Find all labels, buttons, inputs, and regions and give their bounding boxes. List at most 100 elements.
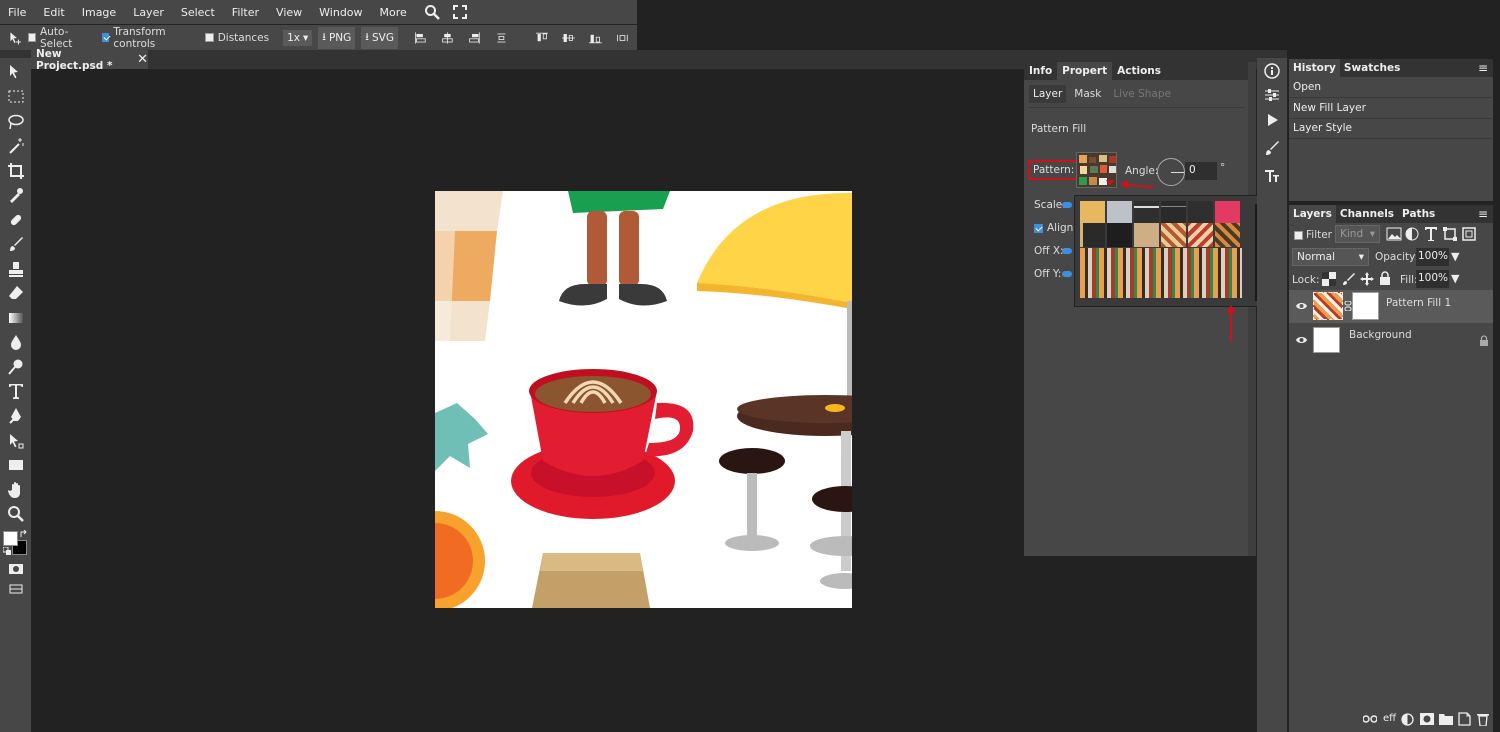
- document-canvas[interactable]: [435, 191, 852, 608]
- history-item[interactable]: Layer Style: [1289, 119, 1493, 139]
- filter-smart-object-icon[interactable]: [1462, 227, 1476, 241]
- tab-info[interactable]: Info: [1024, 62, 1057, 80]
- close-icon[interactable]: ✕: [137, 52, 148, 67]
- magic-wand-icon[interactable]: [7, 137, 25, 155]
- pattern-swatch[interactable]: [1188, 223, 1213, 247]
- eraser-tool-icon[interactable]: [7, 284, 25, 302]
- pen-tool-icon[interactable]: [7, 407, 25, 425]
- lasso-tool-icon[interactable]: [7, 113, 25, 131]
- fullscreen-icon[interactable]: [452, 4, 468, 20]
- menu-file[interactable]: File: [8, 6, 26, 19]
- subtab-mask[interactable]: Mask: [1070, 85, 1105, 103]
- menu-edit[interactable]: Edit: [43, 6, 64, 19]
- filter-shape-icon[interactable]: [1443, 227, 1457, 241]
- zoom-dropdown[interactable]: 1x ▾: [283, 29, 313, 46]
- export-svg-button[interactable]: ⭳ SVG: [361, 26, 398, 49]
- pattern-swatch[interactable]: [1215, 201, 1240, 225]
- distribute-v-icon[interactable]: [616, 31, 629, 45]
- lock-transparency-icon[interactable]: [1322, 272, 1336, 286]
- pattern-swatch[interactable]: [1080, 201, 1105, 225]
- document-tab[interactable]: New Project.psd * ✕: [31, 48, 148, 72]
- kind-dropdown[interactable]: Kind ▾: [1335, 225, 1380, 243]
- tab-swatches[interactable]: Swatches: [1340, 59, 1404, 77]
- foreground-color-swatch[interactable]: [3, 531, 18, 546]
- eye-icon[interactable]: [1295, 335, 1308, 345]
- crop-tool-icon[interactable]: [7, 162, 25, 180]
- search-icon[interactable]: [424, 4, 440, 20]
- blur-tool-icon[interactable]: [7, 333, 25, 351]
- eye-icon[interactable]: [1295, 301, 1308, 311]
- auto-select-checkbox[interactable]: [28, 33, 36, 42]
- angle-dial[interactable]: [1157, 158, 1185, 186]
- menu-filter[interactable]: Filter: [232, 6, 259, 19]
- pattern-swatch[interactable]: [1080, 223, 1105, 247]
- fill-dropdown-icon[interactable]: ▼: [1451, 272, 1459, 285]
- history-item[interactable]: New Fill Layer: [1289, 99, 1493, 119]
- transform-controls-checkbox[interactable]: [101, 33, 110, 42]
- layer-row[interactable]: Pattern Fill 1: [1289, 290, 1493, 323]
- history-item[interactable]: Open: [1289, 78, 1493, 98]
- toolbar-grip[interactable]: [0, 50, 31, 58]
- brush-settings-icon[interactable]: [1264, 140, 1280, 156]
- pattern-swatch[interactable]: [1215, 223, 1240, 247]
- healing-brush-icon[interactable]: [7, 211, 25, 229]
- zoom-tool-icon[interactable]: [7, 505, 25, 523]
- distances-checkbox[interactable]: [204, 33, 214, 42]
- new-layer-icon[interactable]: [1458, 712, 1471, 726]
- subtab-live-shape[interactable]: Live Shape: [1109, 85, 1175, 103]
- move-tool-icon[interactable]: [8, 29, 22, 47]
- lock-position-icon[interactable]: [1360, 272, 1374, 286]
- angle-input[interactable]: 0: [1185, 162, 1217, 180]
- tab-paths[interactable]: Paths: [1398, 205, 1439, 223]
- adjustment-layer-icon[interactable]: [1401, 713, 1414, 726]
- lock-all-icon[interactable]: [1379, 271, 1391, 286]
- offset-x-slider[interactable]: [1062, 248, 1072, 254]
- filter-image-icon[interactable]: [1386, 227, 1402, 241]
- pattern-swatch[interactable]: [1107, 223, 1132, 247]
- filter-adjustment-icon[interactable]: [1405, 227, 1419, 241]
- pattern-swatch[interactable]: [1107, 201, 1132, 225]
- pattern-swatch[interactable]: [1134, 201, 1159, 225]
- swap-colors-icon[interactable]: [20, 530, 28, 538]
- pattern-swatch[interactable]: [1161, 201, 1186, 225]
- align-middle-icon[interactable]: [562, 31, 576, 45]
- properties-scrollbar[interactable]: [1248, 62, 1256, 556]
- brush-tool-icon[interactable]: [7, 235, 25, 253]
- auto-select-option[interactable]: Auto-Select: [28, 26, 87, 50]
- menu-more[interactable]: More: [380, 6, 407, 19]
- lock-pixels-icon[interactable]: [1341, 272, 1355, 286]
- info-icon[interactable]: [1264, 63, 1280, 79]
- filter-checkbox[interactable]: [1294, 231, 1303, 240]
- menu-window[interactable]: Window: [319, 6, 362, 19]
- offset-y-slider[interactable]: [1062, 271, 1072, 277]
- export-png-button[interactable]: ⭳ PNG: [318, 26, 356, 49]
- pattern-swatch-grid[interactable]: [1080, 248, 1242, 298]
- tab-history[interactable]: History: [1289, 59, 1340, 77]
- play-icon[interactable]: [1264, 112, 1280, 128]
- quick-mask-icon[interactable]: [7, 560, 25, 578]
- align-checkbox[interactable]: [1034, 224, 1043, 233]
- tab-actions[interactable]: Actions: [1112, 62, 1166, 80]
- screen-mode-icon[interactable]: [7, 580, 25, 598]
- tab-channels[interactable]: Channels: [1336, 205, 1398, 223]
- opacity-input[interactable]: 100%: [1416, 248, 1449, 266]
- new-group-icon[interactable]: [1439, 713, 1453, 725]
- distances-option[interactable]: Distances: [204, 32, 269, 44]
- character-icon[interactable]: [1264, 168, 1280, 184]
- marquee-tool-icon[interactable]: [7, 88, 25, 106]
- dodge-tool-icon[interactable]: [7, 358, 25, 376]
- align-left-icon[interactable]: [414, 31, 427, 45]
- subtab-layer[interactable]: Layer: [1029, 85, 1067, 103]
- pattern-swatch[interactable]: [1134, 223, 1159, 247]
- type-tool-icon[interactable]: [7, 382, 25, 400]
- hand-tool-icon[interactable]: [7, 481, 25, 499]
- menu-layer[interactable]: Layer: [133, 6, 164, 19]
- align-center-h-icon[interactable]: [441, 31, 454, 45]
- shape-tool-icon[interactable]: [7, 456, 25, 474]
- eyedropper-icon[interactable]: [7, 186, 25, 204]
- panel-column-grip[interactable]: [1257, 50, 1287, 58]
- transform-controls-option[interactable]: Transform controls: [101, 26, 191, 50]
- panel-menu-icon[interactable]: ≡: [1473, 59, 1493, 77]
- menu-image[interactable]: Image: [82, 6, 116, 19]
- menu-select[interactable]: Select: [181, 6, 215, 19]
